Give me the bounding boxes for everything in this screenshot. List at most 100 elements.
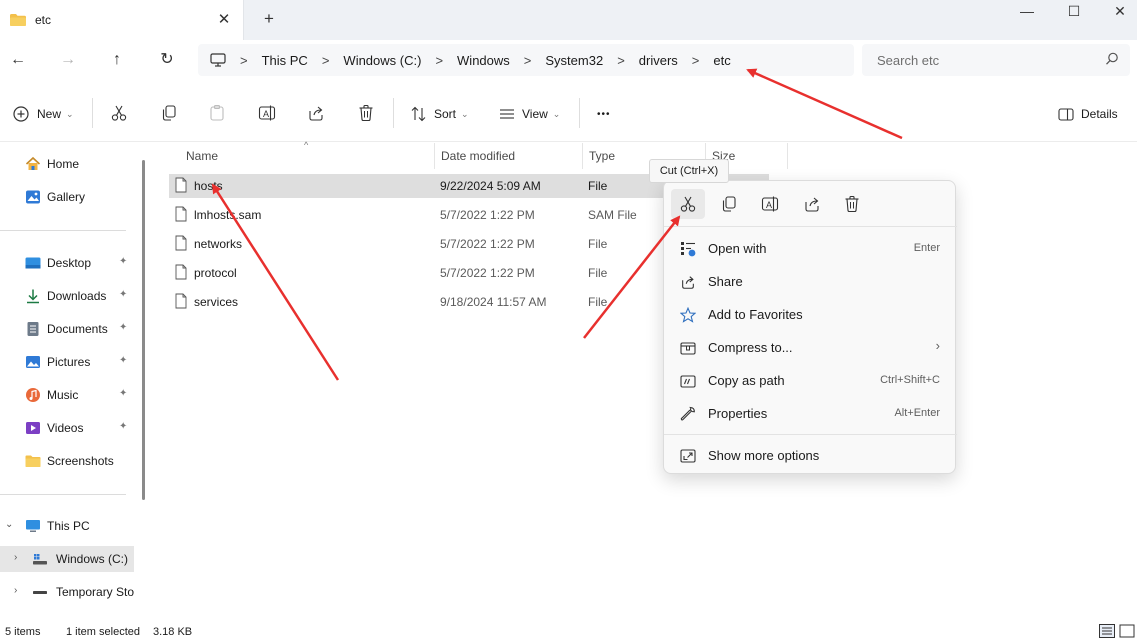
context-copy-button[interactable] [712,189,746,219]
search-input[interactable] [862,44,1130,76]
context-item-copy-as-path[interactable]: Copy as path Ctrl+Shift+C [670,366,950,396]
new-button[interactable]: New ⌄ [12,102,74,126]
sidebar-item-label: Pictures [47,355,91,369]
back-button[interactable]: ← [7,49,29,71]
sidebar-item-music[interactable]: Music ✦ [0,382,140,408]
sidebar-item-desktop[interactable]: Desktop ✦ [0,250,140,276]
copy-icon[interactable] [160,104,178,122]
toolbar-divider [579,98,580,128]
home-icon [25,156,41,170]
sidebar-item-windows-c[interactable]: › Windows (C:) [0,546,134,572]
tab-title: etc [35,13,52,27]
tab-etc[interactable]: etc ✕ [0,0,244,40]
copy-path-icon [680,375,696,388]
sidebar-item-this-pc[interactable]: ⌄ This PC [0,513,140,539]
breadcrumb-drivers[interactable]: drivers [639,53,678,68]
pin-icon[interactable]: ✦ [119,388,127,399]
copy-icon [722,196,736,212]
breadcrumb-windows-c[interactable]: Windows (C:) [343,53,421,68]
sidebar-item-label: Music [47,388,79,402]
context-item-properties[interactable]: Properties Alt+Enter [670,399,950,429]
sidebar-item-label: Downloads [47,289,107,303]
sidebar-item-label: Temporary Sto [56,585,135,599]
context-cut-button[interactable] [671,189,705,219]
file-list: Name ^ Date modified Type Size hosts 9/2… [152,140,1137,623]
breadcrumb-system32[interactable]: System32 [545,53,603,68]
pin-icon[interactable]: ✦ [119,322,127,333]
pin-icon[interactable]: ✦ [119,256,127,267]
minimize-button[interactable]: — [1004,0,1050,24]
search-icon[interactable] [1105,52,1119,66]
breadcrumb-this-pc[interactable]: This PC [262,53,308,68]
delete-icon[interactable] [357,104,375,122]
column-header-name[interactable]: Name [186,149,218,163]
share-icon[interactable] [307,104,325,122]
sidebar-item-pictures[interactable]: Pictures ✦ [0,349,140,375]
breadcrumb-separator: > [691,52,700,68]
context-item-show-more-options[interactable]: Show more options [670,441,950,471]
sidebar-item-screenshots[interactable]: Screenshots [0,448,140,474]
open-with-icon [681,242,696,257]
submenu-chevron-icon: › [935,338,940,353]
new-tab-button[interactable]: + [258,8,280,30]
column-divider[interactable] [434,143,435,169]
column-divider[interactable] [582,143,583,169]
folder-icon [10,14,26,26]
breadcrumb-windows[interactable]: Windows [457,53,510,68]
monitor-icon[interactable] [210,53,226,67]
close-window-button[interactable]: ✕ [1097,0,1137,24]
refresh-button[interactable]: ↻ [156,49,178,71]
file-name: networks [194,237,243,251]
context-item-label: Properties [708,406,768,421]
file-date: 5/7/2022 1:22 PM [440,266,535,280]
sidebar-item-videos[interactable]: Videos ✦ [0,415,140,441]
close-tab-icon[interactable]: ✕ [214,10,234,30]
sidebar-scrollbar[interactable] [142,160,145,500]
sidebar-item-downloads[interactable]: Downloads ✦ [0,283,140,309]
rename-icon[interactable]: A [258,104,276,122]
breadcrumb[interactable]: > This PC > Windows (C:) > Windows > Sys… [198,44,854,76]
sidebar-item-temporary-storage[interactable]: › Temporary Sto [0,579,140,605]
forward-button[interactable]: → [57,49,79,71]
details-button[interactable]: Details [1057,102,1118,126]
sidebar-item-gallery[interactable]: Gallery [0,184,140,210]
svg-text:A: A [263,109,269,119]
paste-icon[interactable] [208,104,226,122]
file-name: services [194,295,239,309]
more-options-button[interactable]: ••• [597,102,611,126]
sidebar-item-documents[interactable]: Documents ✦ [0,316,140,342]
context-item-label: Add to Favorites [708,307,803,322]
sidebar-item-label: Windows (C:) [56,552,129,566]
view-button[interactable]: View ⌄ [498,102,560,126]
pin-icon[interactable]: ✦ [119,355,127,366]
status-item-count: 5 items [5,626,41,638]
column-header-type[interactable]: Type [589,149,615,163]
large-icons-view-icon[interactable] [1119,624,1135,638]
sidebar-item-label: This PC [47,519,90,533]
context-item-add-to-favorites[interactable]: Add to Favorites [670,300,950,330]
sort-button[interactable]: Sort ⌄ [410,102,469,126]
expand-chevron-icon[interactable]: ⌄ [5,519,13,530]
cut-icon[interactable] [110,104,128,122]
pin-icon[interactable]: ✦ [119,289,127,300]
expand-chevron-icon[interactable]: › [14,552,17,563]
pin-icon[interactable]: ✦ [119,421,127,432]
drive-icon [33,554,47,565]
up-button[interactable]: ↑ [106,49,128,71]
context-item-open-with[interactable]: Open with Enter [670,234,950,264]
details-view-icon[interactable] [1099,624,1115,638]
context-item-share[interactable]: Share [670,267,950,297]
context-item-compress-to[interactable]: Compress to... › [670,333,950,363]
expand-chevron-icon[interactable]: › [14,585,17,596]
context-delete-button[interactable] [835,189,869,219]
context-rename-button[interactable]: A [753,189,787,219]
breadcrumb-etc[interactable]: etc [713,53,730,68]
cut-icon [680,196,696,212]
file-type: File [588,266,608,280]
context-share-button[interactable] [795,189,829,219]
maximize-button[interactable]: ☐ [1051,0,1097,24]
shortcut-hint: Ctrl+Shift+C [880,374,940,386]
sidebar-item-home[interactable]: Home [0,151,140,177]
column-divider[interactable] [787,143,788,169]
column-header-date[interactable]: Date modified [441,149,515,163]
